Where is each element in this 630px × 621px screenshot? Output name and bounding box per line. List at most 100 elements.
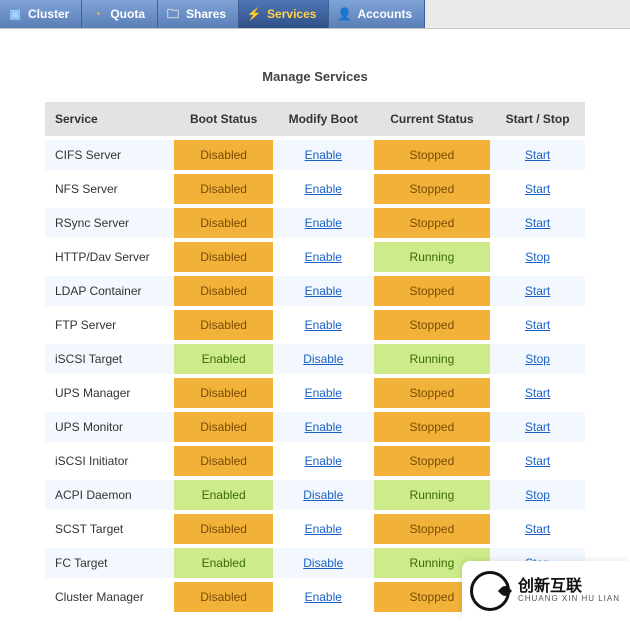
start-stop-link[interactable]: Start [525, 420, 550, 434]
brand-en: CHUANG XIN HU LIAN [518, 595, 620, 604]
cell-start-stop: Start [490, 512, 585, 546]
cell-boot-status: Disabled [174, 376, 273, 410]
cell-service: iSCSI Initiator [45, 444, 174, 478]
table-row: iSCSI InitiatorDisabledEnableStoppedStar… [45, 444, 585, 478]
cell-start-stop: Start [490, 376, 585, 410]
modify-boot-link[interactable]: Enable [305, 318, 342, 332]
cell-service: iSCSI Target [45, 342, 174, 376]
cell-boot-status: Enabled [174, 342, 273, 376]
cell-service: Cluster Manager [45, 580, 174, 614]
cell-current-status: Stopped [374, 512, 491, 546]
cell-service: UPS Manager [45, 376, 174, 410]
nav-item-quota[interactable]: ◔ Quota [82, 0, 158, 28]
modify-boot-link[interactable]: Enable [305, 420, 342, 434]
brand-cn: 创新互联 [518, 578, 620, 596]
cell-current-status: Stopped [374, 376, 491, 410]
modify-boot-link[interactable]: Enable [305, 590, 342, 604]
modify-boot-link[interactable]: Disable [303, 352, 343, 366]
cell-current-status: Stopped [374, 172, 491, 206]
start-stop-link[interactable]: Stop [525, 250, 550, 264]
nav-item-label: Shares [186, 7, 226, 21]
modify-boot-link[interactable]: Disable [303, 488, 343, 502]
cell-start-stop: Start [490, 172, 585, 206]
nav-item-accounts[interactable]: 👤Accounts [329, 0, 425, 28]
cell-current-status: Stopped [374, 138, 491, 172]
table-row: NFS ServerDisabledEnableStoppedStart [45, 172, 585, 206]
nav-item-services[interactable]: ⚡Services [239, 0, 329, 28]
cell-start-stop: Start [490, 138, 585, 172]
cell-service: ACPI Daemon [45, 478, 174, 512]
start-stop-link[interactable]: Start [525, 284, 550, 298]
quota-icon: ◔ [90, 7, 104, 21]
col-boot-status: Boot Status [174, 102, 273, 138]
cell-start-stop: Stop [490, 240, 585, 274]
cell-boot-status: Disabled [174, 512, 273, 546]
col-start-stop: Start / Stop [490, 102, 585, 138]
modify-boot-link[interactable]: Enable [305, 454, 342, 468]
modify-boot-link[interactable]: Enable [305, 522, 342, 536]
cell-start-stop: Stop [490, 342, 585, 376]
services-table: Service Boot Status Modify Boot Current … [45, 102, 585, 616]
cell-service: FC Target [45, 546, 174, 580]
start-stop-link[interactable]: Start [525, 386, 550, 400]
cell-boot-status: Disabled [174, 274, 273, 308]
cell-current-status: Running [374, 342, 491, 376]
start-stop-link[interactable]: Start [525, 182, 550, 196]
cell-service: LDAP Container [45, 274, 174, 308]
table-row: RSync ServerDisabledEnableStoppedStart [45, 206, 585, 240]
start-stop-link[interactable]: Start [525, 216, 550, 230]
watermark-brand: 创新互联 CHUANG XIN HU LIAN [462, 561, 630, 621]
table-row: iSCSI TargetEnabled Disable Running Stop [45, 342, 585, 376]
nav-item-label: Services [267, 7, 316, 21]
cell-service: HTTP/Dav Server [45, 240, 174, 274]
modify-boot-link[interactable]: Enable [305, 284, 342, 298]
cell-current-status: Stopped [374, 410, 491, 444]
cell-current-status: Running [374, 478, 491, 512]
brand-text-block: 创新互联 CHUANG XIN HU LIAN [518, 578, 620, 604]
modify-boot-link[interactable]: Enable [305, 182, 342, 196]
cell-modify-boot: Enable [273, 410, 374, 444]
table-row: CIFS ServerDisabled Enable Stopped Start [45, 138, 585, 172]
cell-current-status: Stopped [374, 444, 491, 478]
cell-service: CIFS Server [45, 138, 174, 172]
cell-start-stop: Start [490, 274, 585, 308]
cell-boot-status: Disabled [174, 138, 273, 172]
cell-start-stop: Stop [490, 478, 585, 512]
cell-service: UPS Monitor [45, 410, 174, 444]
start-stop-link[interactable]: Stop [525, 352, 550, 366]
brand-logo-icon [470, 571, 510, 611]
cell-start-stop: Start [490, 206, 585, 240]
start-stop-link[interactable]: Start [525, 522, 550, 536]
col-current-status: Current Status [374, 102, 491, 138]
cell-boot-status: Enabled [174, 478, 273, 512]
start-stop-link[interactable]: Start [525, 454, 550, 468]
cell-service: FTP Server [45, 308, 174, 342]
cell-service: RSync Server [45, 206, 174, 240]
top-nav: ▣Cluster ◔ Quota 🗀Shares⚡Services👤Accounts [0, 0, 630, 29]
cell-boot-status: Disabled [174, 410, 273, 444]
cell-start-stop: Start [490, 444, 585, 478]
cell-modify-boot: Enable [273, 376, 374, 410]
cell-service: SCST Target [45, 512, 174, 546]
cell-modify-boot: Enable [273, 580, 374, 614]
start-stop-link[interactable]: Start [525, 148, 550, 162]
table-row: ACPI DaemonEnabled Disable Running Stop [45, 478, 585, 512]
cell-modify-boot: Enable [273, 138, 374, 172]
cell-current-status: Running [374, 240, 491, 274]
start-stop-link[interactable]: Stop [525, 488, 550, 502]
modify-boot-link[interactable]: Enable [305, 250, 342, 264]
accounts-icon: 👤 [337, 7, 351, 21]
start-stop-link[interactable]: Start [525, 318, 550, 332]
modify-boot-link[interactable]: Disable [303, 556, 343, 570]
nav-item-cluster[interactable]: ▣Cluster [0, 0, 82, 28]
cell-boot-status: Disabled [174, 172, 273, 206]
table-row: LDAP ContainerDisabledEnableStoppedStart [45, 274, 585, 308]
nav-item-label: Quota [110, 7, 145, 21]
cell-boot-status: Disabled [174, 308, 273, 342]
modify-boot-link[interactable]: Enable [305, 386, 342, 400]
modify-boot-link[interactable]: Enable [305, 148, 342, 162]
nav-item-shares[interactable]: 🗀Shares [158, 0, 239, 28]
cell-modify-boot: Enable [273, 444, 374, 478]
modify-boot-link[interactable]: Enable [305, 216, 342, 230]
cell-boot-status: Disabled [174, 206, 273, 240]
